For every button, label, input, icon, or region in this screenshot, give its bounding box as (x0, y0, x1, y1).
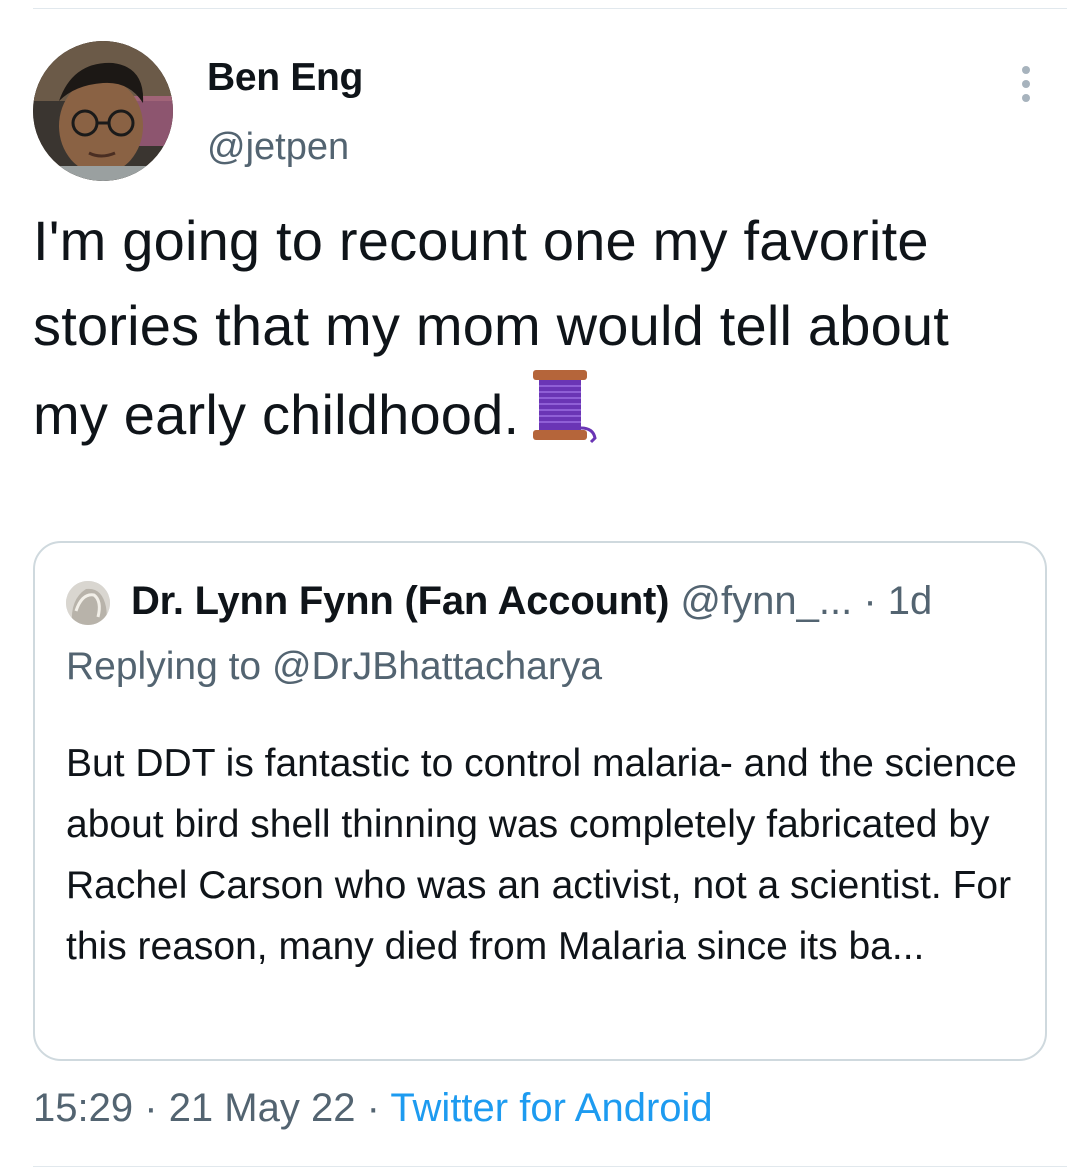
author-avatar[interactable] (33, 41, 173, 181)
quoted-author-avatar[interactable] (66, 581, 110, 625)
quoted-author-handle[interactable]: @fynn_... (680, 579, 852, 623)
tweet-source-link[interactable]: Twitter for Android (390, 1086, 712, 1130)
dot (1022, 94, 1030, 102)
separator-dot: · (863, 579, 877, 623)
author-display-name[interactable]: Ben Eng (207, 56, 363, 100)
replying-to-label: Replying to (66, 645, 262, 688)
thread-spool-icon (529, 368, 599, 467)
tweet-meta: 15:29 · 21 May 22 · Twitter for Android (33, 1080, 713, 1136)
replying-to-line: Replying to @DrJBhattacharya (66, 641, 602, 693)
separator-dot: · (144, 1086, 158, 1130)
author-handle[interactable]: @jetpen (207, 126, 349, 169)
separator-dot: · (366, 1086, 380, 1130)
tweet-date[interactable]: 21 May 22 (169, 1086, 356, 1130)
tweet-time[interactable]: 15:29 (33, 1086, 133, 1130)
tweet-body: I'm going to recount one my favorite sto… (33, 209, 950, 446)
bottom-divider (33, 1166, 1067, 1167)
replying-to-handle-link[interactable]: @DrJBhattacharya (272, 645, 602, 688)
more-options-icon[interactable] (1006, 60, 1046, 108)
quoted-tweet-card[interactable]: Dr. Lynn Fynn (Fan Account) @fynn_... · … (33, 541, 1047, 1061)
top-divider (33, 8, 1067, 9)
dot (1022, 80, 1030, 88)
quoted-tweet-text: But DDT is fantastic to control malaria-… (66, 742, 1017, 968)
dot (1022, 66, 1030, 74)
quoted-tweet-header: Dr. Lynn Fynn (Fan Account) @fynn_... · … (131, 573, 932, 629)
quoted-author-name[interactable]: Dr. Lynn Fynn (Fan Account) (131, 579, 669, 623)
tweet-text: I'm going to recount one my favorite sto… (33, 198, 1033, 467)
quoted-tweet-time[interactable]: 1d (888, 579, 933, 623)
